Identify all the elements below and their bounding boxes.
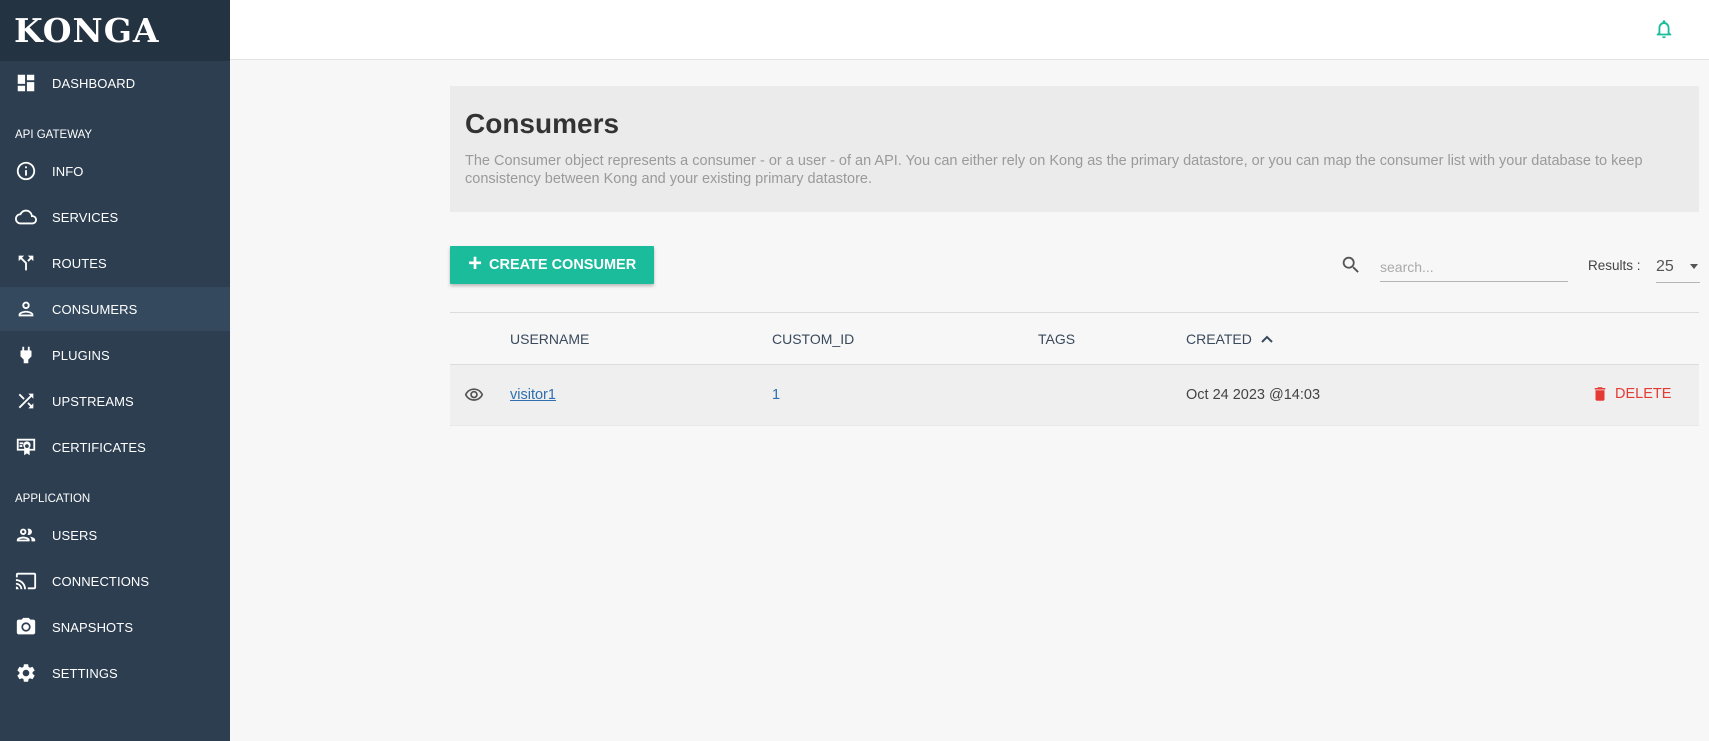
logo-bar: KONGA [0,0,230,61]
username-link[interactable]: visitor1 [510,387,556,403]
person-icon [14,297,38,321]
gear-icon [14,661,38,685]
sidebar-item-info[interactable]: INFO [0,149,230,193]
sidebar-item-services[interactable]: SERVICES [0,195,230,239]
page-description: The Consumer object represents a consume… [465,153,1643,187]
sidebar-item-label: INFO [52,163,84,179]
section-label-api-gateway: API GATEWAY [15,129,93,141]
sidebar-item-snapshots[interactable]: SNAPSHOTS [0,605,230,649]
sidebar-item-plugins[interactable]: PLUGINS [0,333,230,377]
plug-icon [14,343,38,367]
sidebar-item-label: SNAPSHOTS [52,619,134,635]
sidebar-item-label: PLUGINS [52,347,110,363]
bell-icon[interactable] [1653,17,1675,41]
users-icon [14,523,38,547]
sidebar-item-label: CONSUMERS [52,301,138,317]
sidebar-item-label: DASHBOARD [52,75,136,91]
sidebar-item-settings[interactable]: SETTINGS [0,651,230,695]
info-icon [14,159,38,183]
shuffle-icon [14,389,38,413]
dashboard-icon [14,71,38,95]
trash-icon [1594,387,1606,401]
sidebar-item-label: SERVICES [52,209,119,225]
sidebar-item-users[interactable]: USERS [0,513,230,557]
topbar [230,0,1709,60]
column-header-username[interactable]: USERNAME [510,331,589,347]
sidebar-item-label: SETTINGS [52,665,118,681]
cloud-icon [14,205,38,229]
sidebar-item-dashboard[interactable]: DASHBOARD [0,61,230,105]
plus-icon: + [468,250,483,277]
column-header-created-label: CREATED [1186,331,1252,347]
sidebar-item-label: CERTIFICATES [52,439,146,455]
column-header-tags[interactable]: TAGS [1038,331,1075,347]
table-row: visitor1 1 Oct 24 2023 @14:03 DELETE [450,365,1699,426]
page-header: Consumers The Consumer object represents… [450,86,1699,212]
table-header: USERNAME CUSTOM_ID TAGS CREATED [450,312,1699,365]
results-label: Results : [1588,258,1641,273]
sort-ascending-icon [1261,335,1273,343]
create-consumer-label: CREATE CONSUMER [489,257,637,273]
section-label-application: APPLICATION [15,493,91,505]
page-title: Consumers [465,108,620,139]
eye-icon[interactable] [462,385,486,405]
column-header-created[interactable]: CREATED [1186,331,1274,347]
cast-icon [14,569,38,593]
delete-label: DELETE [1615,386,1672,402]
sidebar-item-label: ROUTES [52,255,107,271]
certificate-icon [14,435,38,459]
sidebar-item-label: CONNECTIONS [52,573,150,589]
konga-logo[interactable]: KONGA [14,11,160,50]
results-per-page-select[interactable]: 25 [1656,252,1700,283]
column-header-custom-id[interactable]: CUSTOM_ID [772,331,854,347]
sidebar-item-consumers[interactable]: CONSUMERS [0,287,230,331]
created-cell: Oct 24 2023 @14:03 [1186,387,1321,403]
consumers-table: USERNAME CUSTOM_ID TAGS CREATED visitor1… [450,312,1699,426]
sidebar-item-upstreams[interactable]: UPSTREAMS [0,379,230,423]
create-consumer-button[interactable]: + CREATE CONSUMER [450,246,654,284]
search-icon [1340,254,1362,276]
sidebar-item-routes[interactable]: ROUTES [0,241,230,285]
delete-button[interactable]: DELETE [1591,384,1671,404]
results-value: 25 [1656,258,1674,275]
sidebar: KONGA DASHBOARD API GATEWAY INFO SERVICE… [0,0,230,741]
sidebar-item-label: USERS [52,527,98,543]
search-input[interactable] [1380,252,1568,282]
routes-icon [14,251,38,275]
sidebar-item-label: UPSTREAMS [52,393,134,409]
camera-icon [14,615,38,639]
custom-id-cell: 1 [772,387,781,403]
sidebar-item-certificates[interactable]: CERTIFICATES [0,425,230,469]
caret-down-icon [1690,264,1698,269]
sidebar-item-connections[interactable]: CONNECTIONS [0,559,230,603]
